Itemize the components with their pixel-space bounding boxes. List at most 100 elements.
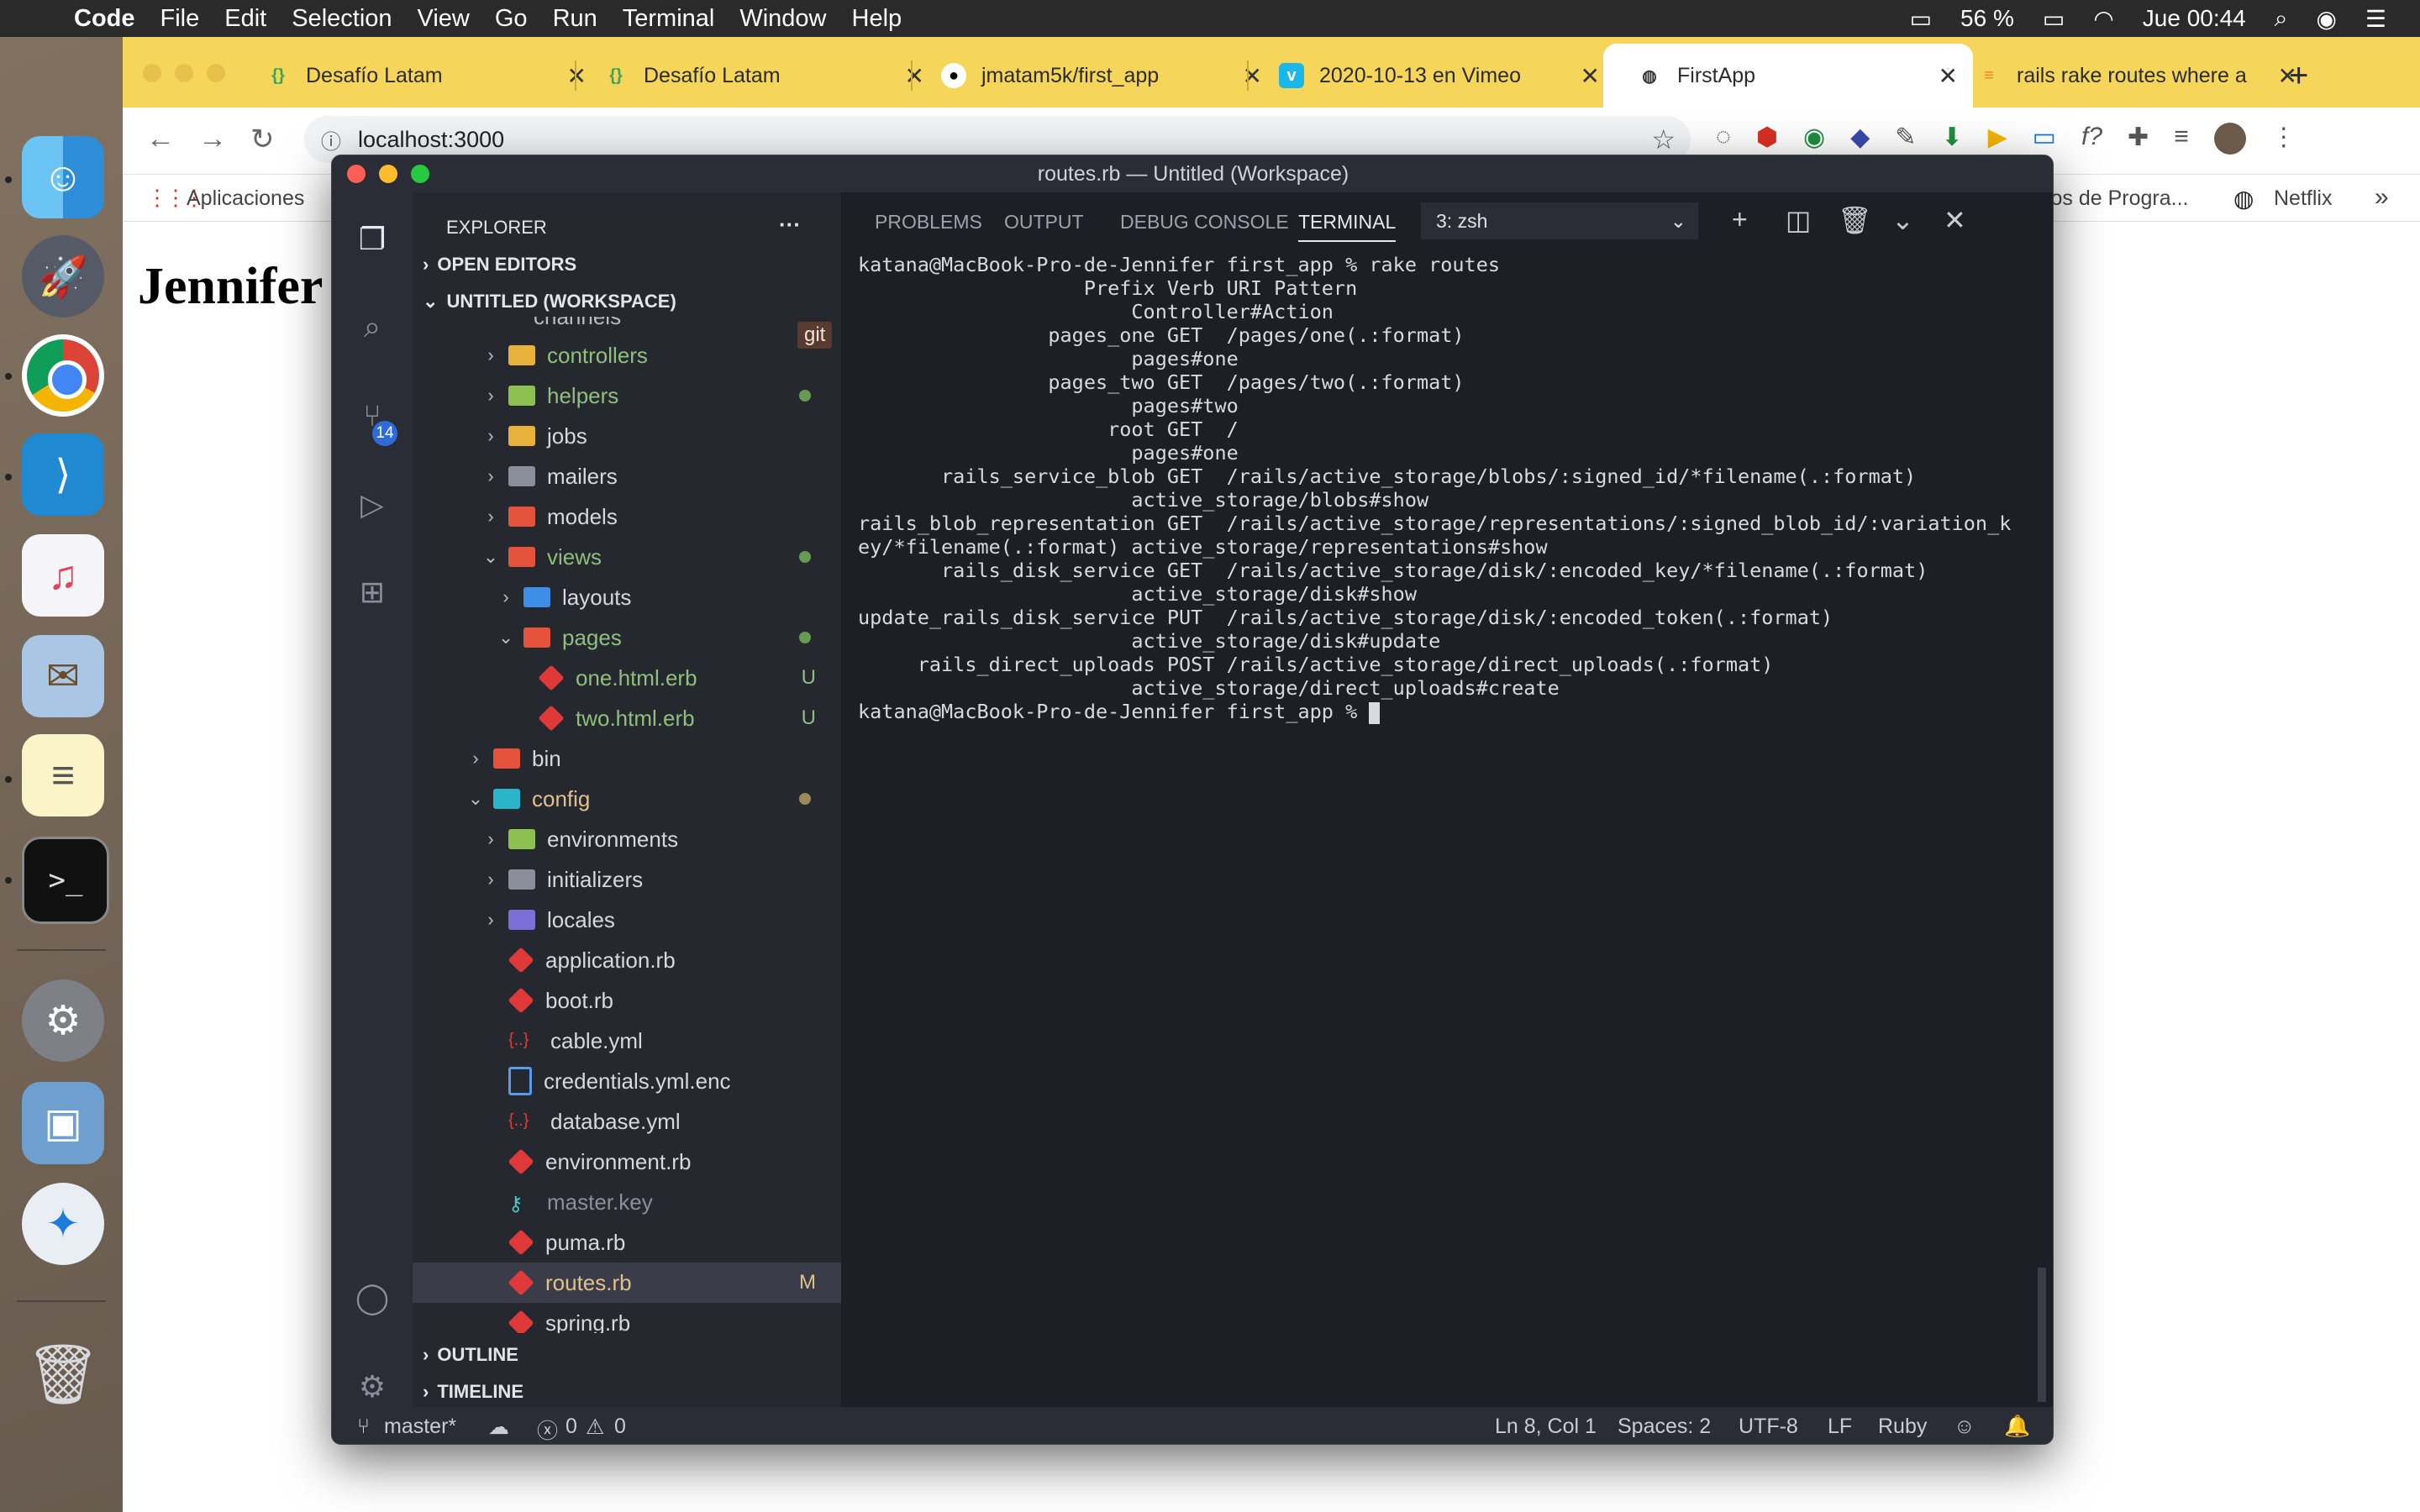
- new-terminal-icon[interactable]: +: [1732, 204, 1748, 235]
- formula-icon[interactable]: f?: [2081, 123, 2102, 155]
- tab-problems[interactable]: PROBLEMS: [875, 211, 982, 234]
- tree-row-bin[interactable]: › bin: [413, 738, 841, 779]
- control-center-icon[interactable]: ☰: [2365, 5, 2386, 33]
- tree-row-channels[interactable]: channels: [413, 317, 841, 335]
- menu-selection[interactable]: Selection: [292, 5, 392, 33]
- encoding[interactable]: UTF-8: [1739, 1415, 1798, 1439]
- browser-zoom-button[interactable]: [207, 64, 225, 82]
- tree-row-pages[interactable]: ⌄ pages: [413, 617, 841, 658]
- timeline-section[interactable]: › TIMELINE: [423, 1373, 523, 1410]
- tree-row-environments[interactable]: › environments: [413, 819, 841, 859]
- tree-row-spring-rb[interactable]: spring.rb: [413, 1303, 841, 1333]
- extensions-puzzle-icon[interactable]: ✚: [2128, 123, 2149, 155]
- feedback-icon[interactable]: ☺: [1954, 1415, 1975, 1439]
- system-preferences-icon[interactable]: ⚙: [22, 979, 104, 1062]
- site-info-icon[interactable]: ⓘ: [321, 125, 341, 155]
- menu-app-name[interactable]: Code: [74, 5, 135, 33]
- spotlight-search-icon[interactable]: ⌕: [2275, 5, 2288, 33]
- battery-icon[interactable]: ▭: [2043, 5, 2065, 33]
- vscode-zoom-button[interactable]: [411, 165, 429, 183]
- tree-row-routes-rb[interactable]: routes.rb M: [413, 1263, 841, 1303]
- battery-percent[interactable]: 56 %: [1960, 5, 2014, 32]
- notes-icon[interactable]: ≡: [22, 734, 104, 816]
- finder-icon[interactable]: ☺: [22, 136, 104, 218]
- maximize-panel-chevron-icon[interactable]: ⌄: [1891, 204, 1914, 236]
- tab-terminal[interactable]: TERMINAL: [1298, 211, 1397, 242]
- workspace-section[interactable]: ⌄ UNTITLED (WORKSPACE): [423, 283, 676, 320]
- vscode-icon[interactable]: ⟩: [22, 433, 104, 516]
- tree-row-one-html-erb[interactable]: one.html.erb U: [413, 658, 841, 698]
- tree-row-database-yml[interactable]: {..} database.yml: [413, 1101, 841, 1142]
- tab-vimeo[interactable]: v 2020-10-13 en Vimeo ✕: [1245, 44, 1615, 108]
- bookmark-netflix[interactable]: Netflix: [2274, 186, 2332, 211]
- tree-row-boot-rb[interactable]: boot.rb: [413, 980, 841, 1021]
- browser-close-button[interactable]: [143, 64, 161, 82]
- browser-minimize-button[interactable]: [175, 64, 193, 82]
- extension-icon[interactable]: ◉: [1803, 123, 1825, 155]
- tree-row-master-key[interactable]: ⚷ master.key: [413, 1182, 841, 1222]
- terminal-scrollbar[interactable]: [2038, 1268, 2046, 1402]
- terminal-instance-select[interactable]: 3: zsh ⌄: [1421, 202, 1698, 239]
- launchpad-icon[interactable]: 🚀: [22, 235, 104, 318]
- forward-icon[interactable]: →: [198, 123, 227, 155]
- extension-icon[interactable]: ⬇: [1941, 123, 1962, 155]
- chrome-menu-icon[interactable]: ⋮: [2271, 123, 2296, 155]
- extension-icon[interactable]: ◆: [1850, 123, 1870, 155]
- errors-icon[interactable]: ⓧ: [537, 1415, 558, 1444]
- menu-view[interactable]: View: [418, 5, 470, 33]
- airplay-icon[interactable]: ▭: [1910, 5, 1932, 33]
- menu-edit[interactable]: Edit: [224, 5, 266, 33]
- tab-output[interactable]: OUTPUT: [1004, 211, 1084, 234]
- split-terminal-icon[interactable]: ◫: [1786, 204, 1811, 236]
- terminal-app-icon[interactable]: >_: [22, 837, 109, 924]
- tree-row-config[interactable]: ⌄ config: [413, 779, 841, 819]
- tree-row-mailers[interactable]: › mailers: [413, 456, 841, 496]
- menu-help[interactable]: Help: [852, 5, 902, 33]
- git-branch-icon[interactable]: ⑂: [357, 1415, 370, 1439]
- language-mode[interactable]: Ruby: [1878, 1415, 1927, 1439]
- cast-icon[interactable]: ▭: [2033, 123, 2056, 155]
- close-tab-icon[interactable]: ✕: [1581, 62, 1600, 90]
- siri-icon[interactable]: ◉: [2316, 5, 2336, 33]
- cursor-position[interactable]: Ln 8, Col 1: [1495, 1415, 1597, 1439]
- git-branch[interactable]: master*: [384, 1415, 456, 1439]
- tree-row-helpers[interactable]: › helpers: [413, 375, 841, 416]
- menu-window[interactable]: Window: [739, 5, 826, 33]
- tab-debug-console[interactable]: DEBUG CONSOLE: [1120, 211, 1289, 234]
- bookmark-cursos[interactable]: sos de Progra...: [2040, 186, 2188, 211]
- tree-row-controllers[interactable]: › controllers: [413, 335, 841, 375]
- profile-avatar[interactable]: [2213, 123, 2246, 155]
- back-icon[interactable]: ←: [146, 123, 175, 155]
- indentation[interactable]: Spaces: 2: [1618, 1415, 1711, 1439]
- tree-row-layouts[interactable]: › layouts: [413, 577, 841, 617]
- safari-icon[interactable]: ✦: [22, 1183, 104, 1265]
- sync-cloud-icon[interactable]: ☁: [488, 1415, 509, 1440]
- bookmarks-overflow-icon[interactable]: »: [2375, 183, 2389, 212]
- tree-row-cable-yml[interactable]: {..} cable.yml: [413, 1021, 841, 1061]
- tab-desafio-latam-2[interactable]: {} Desafío Latam ✕: [570, 44, 939, 108]
- mail-stamp-icon[interactable]: ✉: [22, 635, 104, 717]
- extensions-icon[interactable]: ⊞: [350, 570, 394, 614]
- warning-icon[interactable]: ⚠: [586, 1415, 604, 1440]
- chrome-icon[interactable]: [22, 334, 104, 417]
- close-panel-icon[interactable]: ✕: [1944, 204, 1966, 236]
- extension-icon[interactable]: ▶: [1988, 123, 2007, 155]
- explorer-more-actions-icon[interactable]: ···: [779, 206, 801, 243]
- vscode-minimize-button[interactable]: [379, 165, 397, 183]
- menu-run[interactable]: Run: [553, 5, 597, 33]
- menu-terminal[interactable]: Terminal: [623, 5, 715, 33]
- url-text[interactable]: localhost:3000: [358, 127, 504, 153]
- error-count[interactable]: 0: [566, 1415, 577, 1439]
- settings-gear-icon[interactable]: ⚙: [350, 1365, 394, 1409]
- tab-desafio-latam-1[interactable]: {} Desafío Latam ✕: [232, 44, 602, 108]
- search-icon[interactable]: ⌕: [350, 305, 394, 349]
- tab-firstapp-active[interactable]: ◍ FirstApp ✕: [1603, 44, 1973, 108]
- menu-go[interactable]: Go: [495, 5, 528, 33]
- tree-row-initializers[interactable]: › initializers: [413, 859, 841, 900]
- open-editors-section[interactable]: › OPEN EDITORS: [423, 246, 576, 283]
- music-icon[interactable]: ♫: [22, 534, 104, 617]
- accounts-icon[interactable]: ◯: [350, 1276, 394, 1320]
- eyedropper-icon[interactable]: ✎: [1895, 123, 1916, 155]
- terminal-output[interactable]: katana@MacBook-Pro-de-Jennifer first_app…: [858, 253, 2034, 1395]
- notifications-bell-icon[interactable]: 🔔: [2004, 1415, 2030, 1439]
